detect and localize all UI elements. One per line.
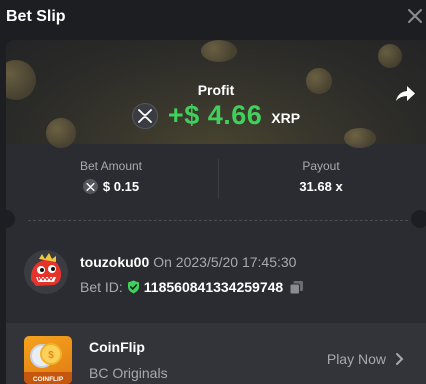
profit-value: +$ 4.66	[167, 100, 263, 130]
bet-amount-row: $ 0.15	[6, 179, 216, 194]
bet-id-value: 118560841334259748	[143, 279, 284, 295]
bet-slip-header: Bet Slip	[0, 0, 426, 36]
page-title: Bet Slip	[6, 8, 66, 25]
xrp-icon	[131, 102, 158, 129]
decorative-coin	[201, 40, 237, 62]
bet-id-label: Bet ID:	[80, 279, 123, 295]
dashed-divider	[28, 220, 408, 221]
play-now-button[interactable]: Play Now	[327, 351, 406, 367]
ticket-notch-right	[411, 210, 426, 228]
bet-id-line: Bet ID: 118560841334259748	[80, 279, 304, 295]
bet-stats: Bet Amount $ 0.15 Payout 31.68 x	[6, 144, 426, 204]
bet-amount-label: Bet Amount	[79, 159, 143, 173]
game-row[interactable]: $ COINFLIP CoinFlip BC Originals Play No…	[6, 323, 426, 384]
svg-text:$: $	[48, 350, 54, 361]
bet-amount-value: $ 0.15	[102, 179, 140, 194]
payout-stat: Payout 31.68 x	[216, 144, 426, 204]
bet-datetime: On 2023/5/20 17:45:30	[153, 254, 297, 270]
user-avatar[interactable]	[24, 250, 68, 294]
decorative-coin	[378, 44, 402, 68]
play-now-label: Play Now	[326, 351, 386, 367]
verified-shield-icon	[127, 280, 139, 294]
bet-user-line: touzoku00 On 2023/5/20 17:45:30	[80, 254, 296, 270]
username[interactable]: touzoku00	[80, 254, 149, 270]
coin-icon: $ COINFLIP	[24, 343, 72, 384]
payout-label: Payout	[302, 159, 340, 173]
game-name: CoinFlip	[89, 339, 145, 355]
profit-row: +$ 4.66 XRP	[6, 100, 426, 131]
share-icon[interactable]	[394, 84, 416, 104]
thumb-label: COINFLIP	[33, 376, 64, 383]
payout-value: 31.68 x	[299, 179, 343, 194]
profit-label: Profit	[197, 82, 235, 98]
game-provider: BC Originals	[89, 365, 168, 381]
copy-icon[interactable]	[289, 280, 304, 295]
xrp-icon	[82, 179, 98, 194]
chevron-right-icon	[396, 353, 404, 365]
close-icon[interactable]	[406, 7, 424, 25]
bet-amount-stat: Bet Amount $ 0.15	[6, 144, 216, 204]
profit-banner: Profit +$ 4.66 XRP	[6, 40, 426, 148]
coinflip-thumbnail: $ COINFLIP	[24, 336, 72, 384]
profit-currency: XRP	[271, 109, 301, 126]
